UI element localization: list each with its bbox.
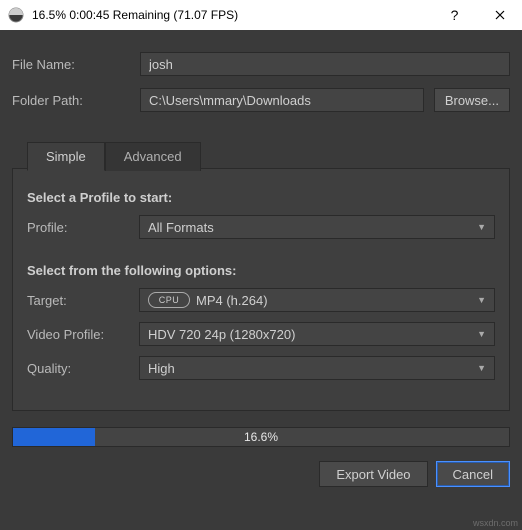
titlebar: 16.5% 0:00:45 Remaining (71.07 FPS) ? [0,0,522,30]
tab-strip: Simple Advanced [27,168,495,171]
video-profile-label: Video Profile: [27,327,139,342]
tab-advanced[interactable]: Advanced [105,142,201,171]
file-name-input[interactable] [140,52,510,76]
profile-select[interactable]: All Formats ▼ [139,215,495,239]
folder-path-input[interactable] [140,88,424,112]
progress-bar: 16.6% [12,427,510,447]
target-select[interactable]: CPU MP4 (h.264) ▼ [139,288,495,312]
profile-section-header: Select a Profile to start: [27,190,495,205]
quality-select[interactable]: High ▼ [139,356,495,380]
target-label: Target: [27,293,139,308]
export-video-button[interactable]: Export Video [319,461,427,487]
chevron-down-icon: ▼ [477,363,486,373]
dialog-body: File Name: Folder Path: Browse... Simple… [0,30,522,421]
help-button[interactable]: ? [432,0,477,30]
video-profile-value: HDV 720 24p (1280x720) [148,327,295,342]
app-icon [8,7,24,23]
browse-button[interactable]: Browse... [434,88,510,112]
profile-label: Profile: [27,220,139,235]
cpu-badge-icon: CPU [148,292,190,308]
target-value: MP4 (h.264) [196,293,268,308]
close-button[interactable] [477,0,522,30]
folder-path-label: Folder Path: [12,93,140,108]
chevron-down-icon: ▼ [477,295,486,305]
watermark: wsxdn.com [473,518,518,528]
window-title: 16.5% 0:00:45 Remaining (71.07 FPS) [32,8,432,22]
chevron-down-icon: ▼ [477,329,486,339]
file-name-label: File Name: [12,57,140,72]
cancel-button[interactable]: Cancel [436,461,510,487]
video-profile-select[interactable]: HDV 720 24p (1280x720) ▼ [139,322,495,346]
options-section-header: Select from the following options: [27,263,495,278]
progress-text: 16.6% [13,430,509,444]
tab-area: Simple Advanced Select a Profile to star… [12,168,510,411]
quality-label: Quality: [27,361,139,376]
profile-value: All Formats [148,220,214,235]
quality-value: High [148,361,175,376]
chevron-down-icon: ▼ [477,222,486,232]
button-row: Export Video Cancel [0,451,522,497]
tab-simple[interactable]: Simple [27,142,105,171]
